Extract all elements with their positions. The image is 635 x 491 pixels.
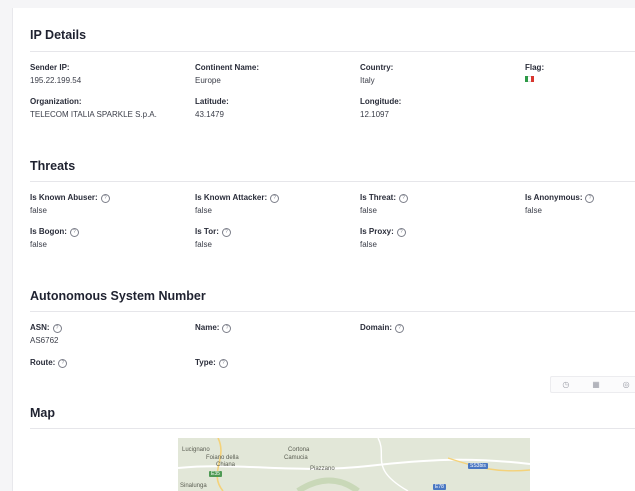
help-icon[interactable]: ? (58, 358, 68, 368)
organization-field: Organization: TELECOM ITALIA SPARKLE S.p… (30, 97, 190, 120)
help-icon[interactable]: ? (399, 193, 409, 203)
grid-icon[interactable]: ▦ (592, 380, 600, 389)
latitude-field: Latitude: 43.1479 (195, 97, 355, 120)
divider (30, 181, 635, 182)
location-map[interactable]: Lucignano Foiano della Chiana Cortona Ca… (178, 438, 530, 491)
known-attacker-field: Is Known Attacker:? false (195, 193, 355, 216)
known-abuser-label: Is Known Abuser: (30, 193, 98, 202)
flag-field: Flag: (525, 63, 625, 82)
map-place-label: Lucignano (182, 447, 210, 453)
continent-label: Continent Name: (195, 63, 259, 72)
help-icon[interactable]: ? (396, 227, 406, 237)
divider (30, 311, 635, 312)
tor-field: Is Tor:? false (195, 227, 355, 250)
help-icon[interactable]: ? (100, 193, 110, 203)
is-threat-label: Is Threat: (360, 193, 397, 202)
help-icon[interactable]: ? (395, 323, 404, 333)
details-card: IP Details Sender IP: 195.22.199.54 Cont… (12, 8, 635, 491)
ip-details-title: IP Details (30, 28, 87, 42)
country-field: Country: Italy (360, 63, 520, 86)
continent-value: Europe (195, 76, 221, 85)
road-badge: SS3bis (468, 463, 488, 469)
asn-label: ASN: (30, 323, 50, 332)
longitude-label: Longitude: (360, 97, 402, 106)
route-label: Route: (30, 358, 56, 367)
comment-icon[interactable]: ◎ (623, 380, 630, 389)
continent-field: Continent Name: Europe (195, 63, 355, 86)
asn-domain-label: Domain: (360, 323, 392, 332)
country-label: Country: (360, 63, 394, 72)
is-threat-field: Is Threat:? false (360, 193, 520, 216)
help-icon[interactable]: ? (221, 227, 231, 237)
proxy-field: Is Proxy:? false (360, 227, 520, 250)
clock-icon[interactable]: ◷ (562, 380, 569, 389)
known-abuser-value: false (30, 206, 47, 215)
asn-value: AS6762 (30, 336, 59, 345)
known-attacker-label: Is Known Attacker: (195, 193, 268, 202)
longitude-field: Longitude: 12.1097 (360, 97, 520, 120)
map-place-label: Cortona (288, 447, 310, 453)
tor-value: false (195, 240, 212, 249)
asn-name-label: Name: (195, 323, 220, 332)
asn-field: ASN:? AS6762 (30, 323, 190, 346)
organization-value: TELECOM ITALIA SPARKLE S.p.A. (30, 110, 157, 119)
bogon-field: Is Bogon:? false (30, 227, 190, 250)
sender-ip-field: Sender IP: 195.22.199.54 (30, 63, 190, 86)
anonymous-value: false (525, 206, 542, 215)
country-value: Italy (360, 76, 375, 85)
map-place-label: Foiano della (206, 455, 239, 461)
map-place-label: Sinalunga (180, 483, 207, 489)
asn-domain-field: Domain:? (360, 323, 520, 336)
anonymous-label: Is Anonymous: (525, 193, 583, 202)
italy-flag-icon (525, 76, 534, 82)
bogon-label: Is Bogon: (30, 227, 67, 236)
proxy-label: Is Proxy: (360, 227, 394, 236)
longitude-value: 12.1097 (360, 110, 389, 119)
map-place-label: Chiana (216, 462, 236, 468)
bogon-value: false (30, 240, 47, 249)
flag-label: Flag: (525, 63, 545, 72)
known-abuser-field: Is Known Abuser:? false (30, 193, 190, 216)
help-icon[interactable]: ? (218, 358, 228, 368)
divider (30, 51, 635, 52)
road-badge: E35 (209, 471, 222, 477)
tor-label: Is Tor: (195, 227, 219, 236)
known-attacker-value: false (195, 206, 212, 215)
map-place-label: Camucia (284, 455, 308, 461)
divider (30, 428, 635, 429)
asn-name-field: Name:? (195, 323, 355, 336)
type-field: Type:? (195, 358, 355, 371)
help-icon[interactable]: ? (69, 227, 79, 237)
help-icon[interactable]: ? (52, 323, 62, 333)
help-icon[interactable]: ? (270, 193, 280, 203)
help-icon[interactable]: ? (585, 193, 595, 203)
proxy-value: false (360, 240, 377, 249)
sender-ip-value: 195.22.199.54 (30, 76, 82, 85)
map-place-label: Piazzano (310, 466, 335, 472)
map-title: Map (30, 406, 55, 420)
asn-title: Autonomous System Number (30, 289, 206, 303)
help-icon[interactable]: ? (222, 323, 232, 333)
latitude-label: Latitude: (195, 97, 229, 106)
route-field: Route:? (30, 358, 190, 371)
floating-toolbar: ◷ ▦ ◎ (550, 376, 635, 393)
latitude-value: 43.1479 (195, 110, 224, 119)
type-label: Type: (195, 358, 216, 367)
organization-label: Organization: (30, 97, 82, 106)
anonymous-field: Is Anonymous:? false (525, 193, 630, 216)
sender-ip-label: Sender IP: (30, 63, 70, 72)
road-badge: E78 (433, 484, 446, 490)
is-threat-value: false (360, 206, 377, 215)
threats-title: Threats (30, 159, 76, 173)
